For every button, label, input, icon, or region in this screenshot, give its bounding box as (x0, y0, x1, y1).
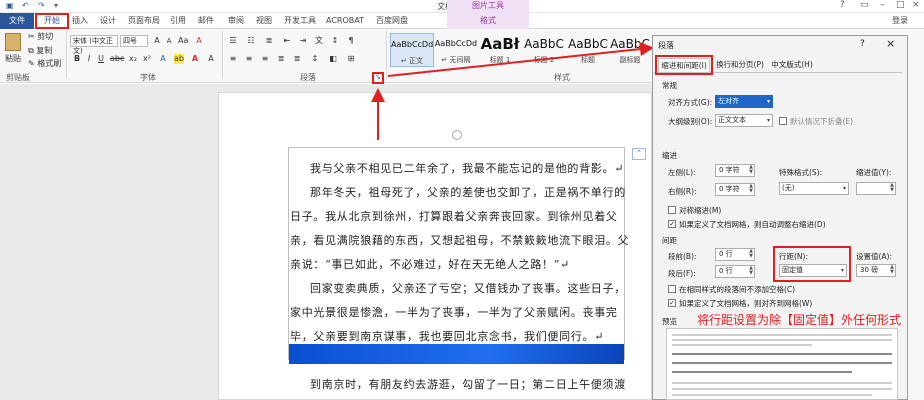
annotation-text: 将行距设置为除【固定值】外任何形式 (697, 313, 902, 327)
space-after-spinner[interactable]: 0 行 ▲ ▼ (715, 265, 755, 278)
collapse-label: 默认情况下折叠(E) (790, 117, 854, 126)
line-spacing-value: 固定值 (782, 266, 803, 274)
spinner-arrows-icon: ▲ ▼ (890, 264, 894, 275)
spacing-at-spinner[interactable]: 30 磅 ▲ ▼ (856, 264, 896, 277)
special-indent-label: 特殊格式(S): (779, 168, 823, 177)
preview-label: 预览 (662, 317, 677, 326)
space-before-label: 段前(B): (668, 252, 697, 261)
auto-right-indent-label: 如果定义了文档网格，则自动调整右缩进(D) (679, 220, 826, 229)
left-indent-label: 左侧(L): (668, 168, 696, 177)
no-space-same-style-label: 在相同样式的段落间不添加空格(C) (679, 285, 796, 294)
preview-line (672, 334, 892, 336)
collapse-checkbox[interactable] (779, 117, 787, 125)
space-before-value: 0 行 (719, 250, 733, 258)
spinner-arrows-icon: ▲ ▼ (749, 265, 753, 276)
mirror-indents-label: 对称缩进(M) (679, 206, 722, 215)
preview-line (672, 382, 892, 384)
spinner-arrows-icon: ▲ ▼ (749, 164, 753, 175)
preview-line (672, 353, 892, 355)
preview-line (672, 362, 892, 364)
tab-highlight (655, 55, 713, 75)
dialog-help-icon[interactable]: ? (860, 39, 865, 49)
outline-level-value: 正文文本 (718, 116, 746, 124)
alignment-select[interactable]: 左对齐 ▾ (715, 95, 773, 108)
line-spacing-label: 行距(N): (779, 252, 808, 261)
spinner-arrows-icon: ▲ ▼ (749, 248, 753, 259)
right-edge-strip (908, 35, 924, 400)
dialog-title: 段落 (658, 41, 674, 50)
indent-section-label: 缩进 (662, 151, 677, 160)
preview-line (672, 344, 812, 346)
spacing-at-label: 设置值(A): (856, 252, 893, 261)
spinner-arrows-icon: ▲ ▼ (749, 183, 753, 194)
preview-line (672, 394, 872, 396)
special-indent-select[interactable]: (无) ▾ (779, 182, 849, 195)
spacing-section-label: 间距 (662, 236, 677, 245)
indent-by-label: 缩进值(Y): (856, 168, 892, 177)
right-indent-spinner[interactable]: 0 字符 ▲ ▼ (715, 183, 755, 196)
no-space-same-style-checkbox[interactable] (668, 285, 676, 293)
snap-to-grid-label: 如果定义了文档网格，则对齐到网格(W) (679, 299, 813, 308)
spinner-arrows-icon: ▲ ▼ (890, 182, 894, 193)
preview-line (672, 339, 892, 341)
left-indent-value: 0 字符 (719, 166, 740, 174)
right-indent-label: 右侧(R): (668, 187, 697, 196)
dialog-close-icon[interactable]: × (886, 37, 895, 50)
left-indent-spinner[interactable]: 0 字符 ▲ ▼ (715, 164, 755, 177)
tab-asian-typography[interactable]: 中文版式(H) (768, 58, 816, 72)
alignment-label: 对齐方式(G): (668, 98, 713, 107)
line-spacing-select[interactable]: 固定值 ▾ (779, 264, 847, 277)
preview-line (672, 371, 852, 373)
spacing-at-value: 30 磅 (860, 266, 879, 274)
indent-by-spinner[interactable]: ▲ ▼ (856, 182, 896, 195)
general-section-label: 常规 (662, 81, 677, 90)
preview-line (672, 388, 892, 390)
space-after-label: 段后(F): (668, 269, 696, 278)
alignment-value: 左对齐 (718, 97, 739, 105)
chevron-down-icon: ▾ (842, 185, 846, 192)
chevron-down-icon: ▾ (766, 117, 770, 124)
space-before-spinner[interactable]: 0 行 ▲ ▼ (715, 248, 755, 261)
mirror-indents-checkbox[interactable] (668, 206, 676, 214)
outline-level-select[interactable]: 正文文本 ▾ (715, 114, 773, 127)
outline-level-label: 大纲级别(O): (668, 117, 713, 126)
auto-right-indent-checkbox[interactable]: ✓ (668, 220, 676, 228)
tab-line-page-breaks[interactable]: 换行和分页(P) (714, 58, 766, 72)
special-indent-value: (无) (782, 184, 795, 192)
chevron-down-icon: ▾ (766, 98, 770, 105)
right-indent-value: 0 字符 (719, 185, 740, 193)
chevron-down-icon: ▾ (840, 267, 844, 274)
snap-to-grid-checkbox[interactable]: ✓ (668, 299, 676, 307)
space-after-value: 0 行 (719, 267, 733, 275)
